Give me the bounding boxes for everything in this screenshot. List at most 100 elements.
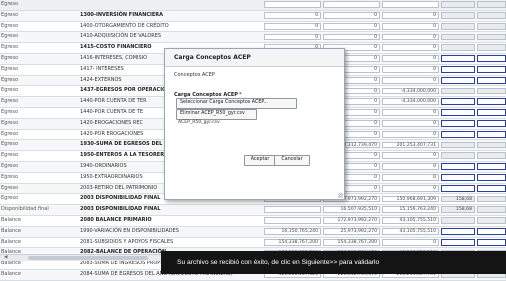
value-cell-v5[interactable]: [477, 55, 506, 63]
value-cell-v4[interactable]: [441, 55, 475, 63]
value-cell-v5[interactable]: [477, 238, 506, 246]
value-cell-v4[interactable]: [441, 44, 475, 52]
value-cell-v4[interactable]: [441, 228, 475, 235]
value-cell-v4[interactable]: [441, 109, 475, 117]
value-cell-v5[interactable]: [477, 33, 506, 41]
value-cell-v1[interactable]: 0: [264, 12, 321, 19]
row-type: Disponibilidad final: [1, 206, 49, 213]
value-cell-v5[interactable]: [477, 141, 506, 149]
delete-file-button[interactable]: Eliminar ACEP_R50_gyr.csv: [176, 109, 257, 120]
value-cell-v1[interactable]: [264, 1, 321, 9]
row-type: Egreso: [1, 141, 19, 148]
value-cell-v5[interactable]: [477, 12, 506, 19]
value-cell-v1[interactable]: [264, 217, 321, 225]
value-cell-v3[interactable]: 0: [382, 55, 439, 63]
value-cell-v5[interactable]: [477, 44, 506, 52]
value-cell-v4[interactable]: [441, 76, 475, 84]
value-cell-v5[interactable]: [477, 152, 506, 160]
value-cell-v4[interactable]: 158,68: [441, 195, 475, 203]
value-cell-v4[interactable]: [441, 130, 475, 138]
row-type: Egreso: [1, 54, 19, 61]
value-cell-v5[interactable]: [477, 184, 506, 192]
value-cell-v3[interactable]: 0: [382, 12, 439, 19]
value-cell-v4[interactable]: [441, 1, 475, 9]
value-cell-v3[interactable]: 43,105,755,510: [382, 228, 439, 235]
value-cell-v3[interactable]: 0: [382, 33, 439, 41]
value-cell-v4[interactable]: [441, 217, 475, 225]
value-cell-v5[interactable]: [477, 206, 506, 214]
value-cell-v5[interactable]: [477, 76, 506, 84]
value-cell-v5[interactable]: [477, 195, 506, 203]
carga-conceptos-dialog: Carga Conceptos ACEP Conceptos ACEP Carg…: [164, 48, 345, 200]
select-file-button[interactable]: Seleccionar Carga Conceptos ACEP...: [176, 98, 297, 109]
value-cell-v5[interactable]: [477, 98, 506, 106]
value-cell-v4[interactable]: [441, 184, 475, 192]
value-cell-v2[interactable]: [323, 1, 380, 9]
value-cell-v3[interactable]: 0: [382, 109, 439, 117]
value-cell-v2[interactable]: 0: [323, 12, 380, 19]
value-cell-v3[interactable]: 0: [382, 152, 439, 160]
value-cell-v5[interactable]: [477, 217, 506, 225]
value-cell-v3[interactable]: 201,253,407,731: [382, 141, 439, 149]
value-cell-v3[interactable]: 0: [382, 163, 439, 171]
value-cell-v5[interactable]: [477, 109, 506, 117]
row-type: Egreso: [1, 130, 19, 137]
value-cell-v3[interactable]: 150,968,691,309: [382, 195, 439, 203]
value-cell-v4[interactable]: [441, 174, 475, 181]
value-cell-v3[interactable]: [382, 1, 439, 9]
value-cell-v4[interactable]: [441, 22, 475, 30]
scroll-left-arrow-icon[interactable]: ◀: [4, 255, 7, 261]
value-cell-v2[interactable]: 172,973,992,270: [323, 217, 380, 225]
value-cell-v5[interactable]: [477, 87, 506, 95]
value-cell-v5[interactable]: [477, 130, 506, 138]
value-cell-v3[interactable]: 43,105,755,510: [382, 217, 439, 225]
value-cell-v1[interactable]: 0: [264, 33, 321, 41]
row-type: Egreso: [1, 119, 19, 126]
value-cell-v5[interactable]: [477, 22, 506, 30]
value-cell-v2[interactable]: 154,338,767,200: [323, 238, 380, 246]
value-cell-v5[interactable]: [477, 120, 506, 127]
value-cell-v3[interactable]: 0: [382, 22, 439, 30]
value-cell-v2[interactable]: 25,973,992,270: [323, 228, 380, 235]
value-cell-v3[interactable]: 0: [382, 44, 439, 52]
value-cell-v3[interactable]: 0: [382, 76, 439, 84]
value-cell-v2[interactable]: 0: [323, 33, 380, 41]
value-cell-v5[interactable]: [477, 174, 506, 181]
value-cell-v5[interactable]: [477, 66, 506, 73]
value-cell-v3[interactable]: 0: [382, 130, 439, 138]
value-cell-v3[interactable]: -4,334,000,000: [382, 87, 439, 95]
value-cell-v5[interactable]: [477, 228, 506, 235]
value-cell-v4[interactable]: [441, 141, 475, 149]
value-cell-v2[interactable]: 16,507,935,510: [323, 206, 380, 214]
value-cell-v4[interactable]: [441, 66, 475, 73]
accept-button[interactable]: Aceptar: [244, 155, 276, 166]
row-type: Egreso: [1, 98, 19, 105]
value-cell-v1[interactable]: 154,338,767,200: [264, 238, 321, 246]
value-cell-v3[interactable]: 0: [382, 120, 439, 127]
value-cell-v3[interactable]: 0: [382, 238, 439, 246]
value-cell-v4[interactable]: [441, 120, 475, 127]
value-cell-v4[interactable]: [441, 163, 475, 171]
scrollbar-thumb[interactable]: [28, 256, 148, 260]
value-cell-v3[interactable]: 0: [382, 66, 439, 73]
cancel-button[interactable]: Cancelar: [274, 155, 310, 166]
value-cell-v4[interactable]: [441, 238, 475, 246]
value-cell-v4[interactable]: [441, 87, 475, 95]
value-cell-v3[interactable]: 0: [382, 184, 439, 192]
value-cell-v1[interactable]: [264, 206, 321, 214]
value-cell-v1[interactable]: 0: [264, 22, 321, 30]
value-cell-v5[interactable]: [477, 1, 506, 9]
value-cell-v1[interactable]: 16,150,765,240: [264, 228, 321, 235]
value-cell-v2[interactable]: 0: [323, 22, 380, 30]
value-cell-v4[interactable]: [441, 152, 475, 160]
value-cell-v3[interactable]: 15,156,763,240: [382, 206, 439, 214]
value-cell-v3[interactable]: 0: [382, 174, 439, 181]
value-cell-v4[interactable]: [441, 12, 475, 19]
value-cell-v4[interactable]: [441, 33, 475, 41]
value-cell-v4[interactable]: 158,68: [441, 206, 475, 214]
resize-grip-icon[interactable]: [338, 193, 343, 198]
row-type: Egreso: [1, 162, 19, 169]
value-cell-v5[interactable]: [477, 163, 506, 171]
value-cell-v3[interactable]: -4,334,000,000: [382, 98, 439, 106]
value-cell-v4[interactable]: [441, 98, 475, 106]
